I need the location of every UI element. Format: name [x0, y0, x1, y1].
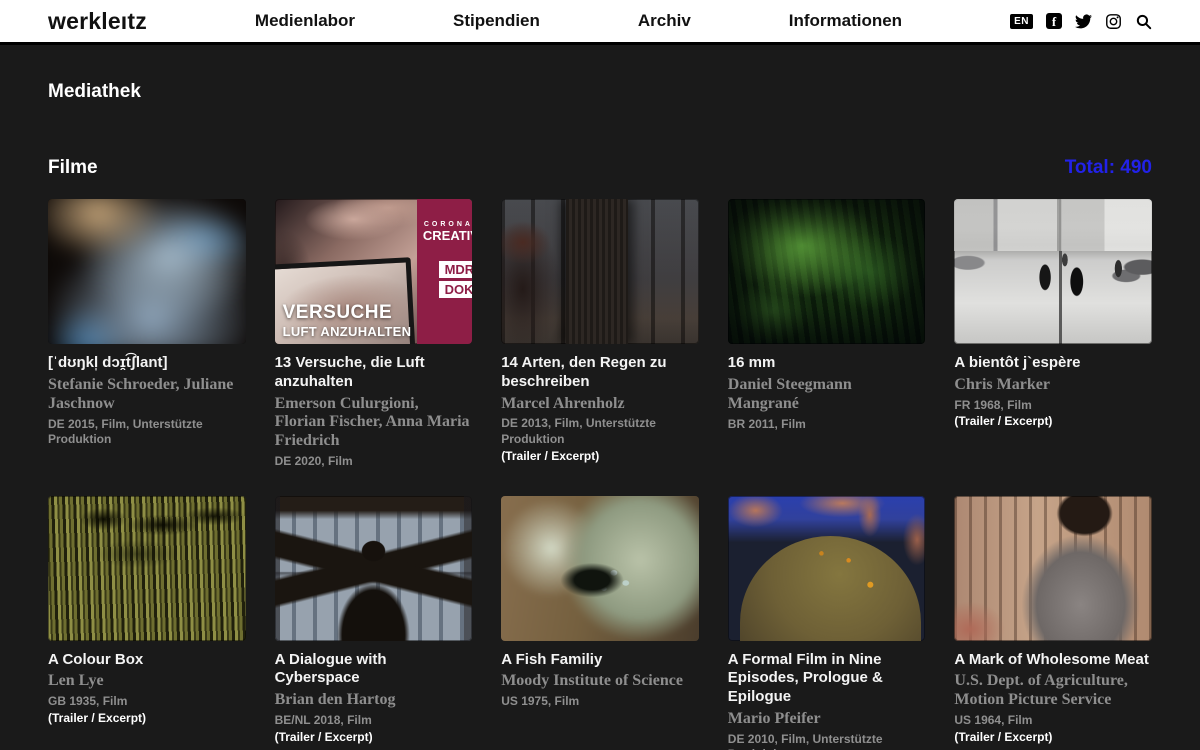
overlay-line-2: LUFT ANZUHALTEN	[283, 324, 412, 339]
film-thumbnail[interactable]: CORONA CREATIVE MDR DOK VERSUCHE LUFT AN…	[275, 199, 473, 344]
main-nav: Medienlabor Stipendien Archiv Informatio…	[157, 11, 1000, 31]
film-thumbnail[interactable]	[501, 496, 699, 641]
thumbnail-art	[48, 199, 246, 344]
film-author: Stefanie Schroeder, Juliane Jaschnow	[48, 376, 246, 414]
film-card[interactable]: A Fish Familiy Moody Institute of Scienc…	[501, 496, 699, 750]
film-author: U.S. Dept. of Agriculture, Motion Pictur…	[954, 672, 1152, 710]
film-author: Moody Institute of Science	[501, 672, 699, 691]
facebook-icon[interactable]: f	[1046, 13, 1062, 29]
film-card[interactable]: A Formal Film in Nine Episodes, Prologue…	[728, 496, 926, 750]
film-title: A Colour Box	[48, 651, 246, 670]
nav-icon-group: EN f	[1010, 13, 1152, 30]
film-grid: [ˈdʊŋkl̩ dɔɪ̯t͡ʃlant] Stefanie Schroeder…	[48, 199, 1152, 750]
film-meta: DE 2013, Film, Unterstützte Produktion	[501, 416, 699, 447]
film-note: (Trailer / Excerpt)	[954, 729, 1152, 746]
film-note: (Trailer / Excerpt)	[954, 413, 1152, 430]
instagram-icon[interactable]	[1105, 13, 1122, 30]
film-card[interactable]: A bientôt j`espère Chris Marker FR 1968,…	[954, 199, 1152, 470]
film-title: [ˈdʊŋkl̩ dɔɪ̯t͡ʃlant]	[48, 354, 246, 373]
nav-item-medienlabor[interactable]: Medienlabor	[255, 11, 355, 31]
section-title-filme: Filme	[48, 157, 98, 179]
dok-badge: DOK	[439, 281, 473, 298]
nav-item-archiv[interactable]: Archiv	[638, 11, 691, 31]
film-meta: DE 2015, Film, Unterstützte Produktion	[48, 417, 246, 448]
film-author: Emerson Culurgioni, Florian Fischer, Ann…	[275, 395, 473, 452]
film-thumbnail[interactable]	[275, 496, 473, 641]
film-thumbnail[interactable]	[954, 199, 1152, 344]
search-icon[interactable]	[1135, 13, 1152, 30]
thumbnail-art	[501, 496, 699, 641]
film-thumbnail[interactable]	[48, 496, 246, 641]
film-meta: FR 1968, Film	[954, 398, 1152, 414]
film-title: 13 Versuche, die Luft anzuhalten	[275, 354, 473, 392]
film-thumbnail[interactable]	[728, 496, 926, 641]
film-thumbnail[interactable]	[501, 199, 699, 344]
film-meta: US 1964, Film	[954, 713, 1152, 729]
film-note: (Trailer / Excerpt)	[275, 729, 473, 746]
broadcaster-brand-line1: CORONA	[424, 221, 472, 228]
broadcaster-panel: CORONA CREATIVE MDR DOK	[417, 199, 472, 344]
nav-item-informationen[interactable]: Informationen	[789, 11, 902, 31]
nav-item-stipendien[interactable]: Stipendien	[453, 11, 540, 31]
film-meta: US 1975, Film	[501, 694, 699, 710]
thumbnail-overlay-title: VERSUCHE LUFT ANZUHALTEN	[283, 302, 412, 339]
film-title: A Formal Film in Nine Episodes, Prologue…	[728, 651, 926, 707]
film-title: 14 Arten, den Regen zu beschreiben	[501, 354, 699, 392]
film-title: A Dialogue with Cyberspace	[275, 651, 473, 689]
film-author: Len Lye	[48, 672, 246, 691]
film-meta: DE 2020, Film	[275, 454, 473, 470]
werkleitz-logo[interactable]: werkleıtz	[48, 8, 147, 35]
page-title: Mediathek	[48, 81, 1152, 103]
film-meta: DE 2010, Film, Unterstützte Produktion	[728, 732, 926, 750]
film-author: Marcel Ahrenholz	[501, 395, 699, 414]
broadcaster-brand-line2: CREATIVE	[423, 228, 472, 243]
film-card[interactable]: 14 Arten, den Regen zu beschreiben Marce…	[501, 199, 699, 470]
film-author: Daniel Steegmann Mangrané	[728, 376, 926, 414]
film-meta: BR 2011, Film	[728, 417, 926, 433]
film-meta: GB 1935, Film	[48, 694, 246, 710]
film-author: Mario Pfeifer	[728, 710, 926, 729]
film-card[interactable]: A Colour Box Len Lye GB 1935, Film (Trai…	[48, 496, 246, 750]
film-thumbnail[interactable]	[728, 199, 926, 344]
film-card[interactable]: [ˈdʊŋkl̩ dɔɪ̯t͡ʃlant] Stefanie Schroeder…	[48, 199, 246, 470]
film-title: 16 mm	[728, 354, 926, 373]
main-content: Mediathek Filme Total: 490 [ˈdʊŋkl̩ dɔɪ̯…	[0, 81, 1200, 750]
film-card[interactable]: A Dialogue with Cyberspace Brian den Har…	[275, 496, 473, 750]
twitter-icon[interactable]	[1075, 13, 1092, 30]
film-thumbnail[interactable]	[48, 199, 246, 344]
broadcaster-badges: MDR DOK	[439, 261, 473, 298]
film-title: A bientôt j`espère	[954, 354, 1152, 373]
total-count: Total: 490	[1065, 157, 1152, 179]
film-card[interactable]: A Mark of Wholesome Meat U.S. Dept. of A…	[954, 496, 1152, 750]
film-thumbnail[interactable]	[954, 496, 1152, 641]
film-title: A Fish Familiy	[501, 651, 699, 670]
overlay-line-1: VERSUCHE	[283, 302, 412, 324]
film-note: (Trailer / Excerpt)	[501, 448, 699, 465]
top-navigation: werkleıtz Medienlabor Stipendien Archiv …	[0, 0, 1200, 45]
film-card[interactable]: CORONA CREATIVE MDR DOK VERSUCHE LUFT AN…	[275, 199, 473, 470]
film-card[interactable]: 16 mm Daniel Steegmann Mangrané BR 2011,…	[728, 199, 926, 470]
mdr-badge: MDR	[439, 261, 473, 278]
film-note: (Trailer / Excerpt)	[48, 710, 246, 727]
film-meta: BE/NL 2018, Film	[275, 713, 473, 729]
film-author: Brian den Hartog	[275, 691, 473, 710]
language-toggle-en[interactable]: EN	[1010, 14, 1033, 29]
film-title: A Mark of Wholesome Meat	[954, 651, 1152, 670]
film-author: Chris Marker	[954, 376, 1152, 395]
section-header: Filme Total: 490	[48, 157, 1152, 179]
